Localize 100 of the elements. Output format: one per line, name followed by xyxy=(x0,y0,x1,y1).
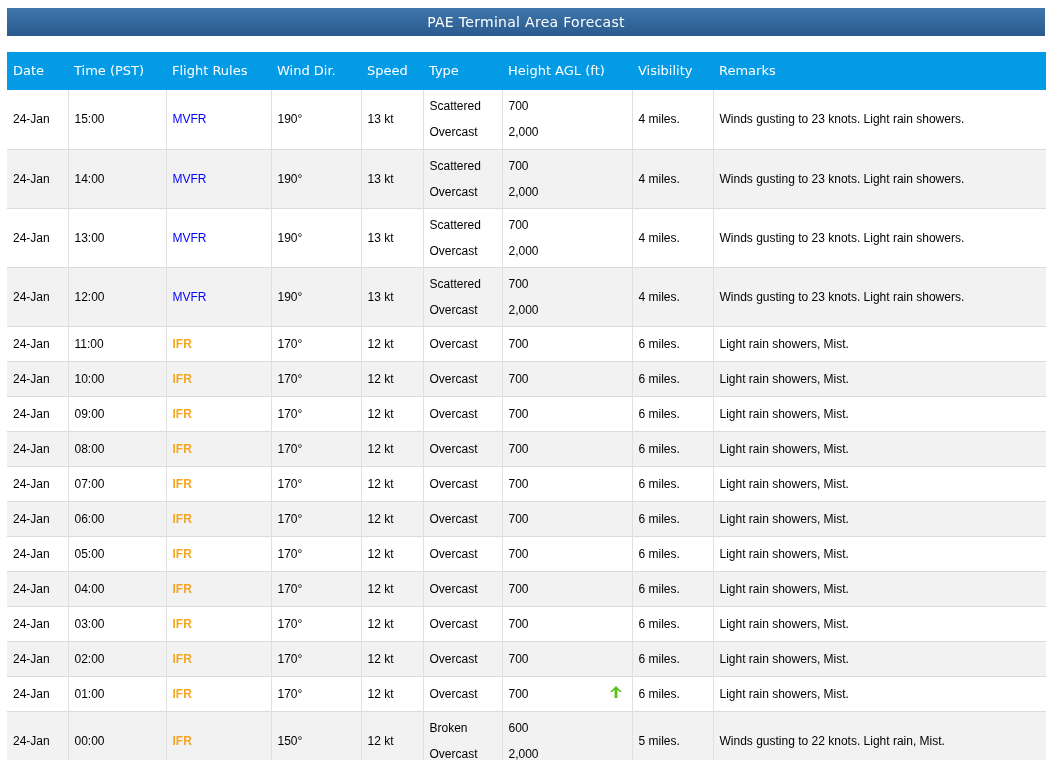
time-cell: 02:00 xyxy=(74,651,105,666)
remarks-cell: Winds gusting to 23 knots. Light rain showers. xyxy=(719,230,965,245)
cloud-type-cell-text: Overcast xyxy=(429,335,478,353)
visibility-cell: 4 miles. xyxy=(638,112,680,127)
speed-cell: 12 kt xyxy=(367,733,394,748)
remarks-cell: Light rain showers, Mist. xyxy=(719,511,849,526)
cloud-height-cell-text: 700 xyxy=(508,157,529,175)
remarks-cell: Light rain showers, Mist. xyxy=(719,336,849,351)
visibility-cell: 6 miles. xyxy=(638,686,680,701)
wind-direction-cell: 170° xyxy=(277,616,303,631)
cloud-height-cell-text: 700 xyxy=(508,510,529,528)
wind-direction-cell: 190° xyxy=(277,112,303,127)
speed-cell: 12 kt xyxy=(367,371,394,386)
cloud-height-cell-text: 2,000 xyxy=(508,301,539,319)
wind-direction-cell: 170° xyxy=(277,476,303,491)
cloud-type-cell-text: Overcast xyxy=(429,242,478,260)
remarks-cell: Winds gusting to 22 knots. Light rain, Mist. xyxy=(719,733,945,748)
cloud-type-cell-text: Overcast xyxy=(429,440,478,458)
flight-rules-cell: MVFR xyxy=(172,112,207,127)
date-cell: 24-Jan xyxy=(13,336,50,351)
time-cell: 10:00 xyxy=(74,371,105,386)
wind-direction-cell: 170° xyxy=(277,371,303,386)
column-header: Time (PST) xyxy=(74,63,145,79)
column-header: Date xyxy=(13,63,45,79)
time-cell: 09:00 xyxy=(74,406,105,421)
cloud-type-cell-text: Overcast xyxy=(429,580,478,598)
visibility-cell: 6 miles. xyxy=(638,441,680,456)
wind-direction-cell: 190° xyxy=(277,171,303,186)
cloud-type-cell-text: Overcast xyxy=(429,545,478,563)
wind-direction-cell: 190° xyxy=(277,230,303,245)
speed-cell: 13 kt xyxy=(367,171,394,186)
cloud-height-cell-text: 700 xyxy=(508,650,529,668)
time-cell: 00:00 xyxy=(74,733,105,748)
cloud-height-cell-text: 700 xyxy=(508,685,529,703)
date-cell: 24-Jan xyxy=(13,581,50,596)
visibility-cell: 6 miles. xyxy=(638,476,680,491)
wind-direction-cell: 170° xyxy=(277,406,303,421)
flight-rules-cell: IFR xyxy=(172,733,192,748)
wind-direction-cell: 170° xyxy=(277,511,303,526)
flight-rules-cell: MVFR xyxy=(172,171,207,186)
time-cell: 15:00 xyxy=(74,112,105,127)
remarks-cell: Light rain showers, Mist. xyxy=(719,616,849,631)
speed-cell: 12 kt xyxy=(367,616,394,631)
remarks-cell: Light rain showers, Mist. xyxy=(719,371,849,386)
column-header: Speed xyxy=(367,63,408,79)
cloud-height-cell-text: 700 xyxy=(508,440,529,458)
visibility-cell: 6 miles. xyxy=(638,371,680,386)
cloud-type-cell-text: Overcast xyxy=(429,510,478,528)
cloud-height-cell-text: 2,000 xyxy=(508,745,539,760)
cloud-type-cell-text: Overcast xyxy=(429,124,478,142)
wind-direction-cell: 170° xyxy=(277,581,303,596)
cloud-height-cell-text: 700 xyxy=(508,370,529,388)
wind-direction-cell: 170° xyxy=(277,651,303,666)
speed-cell: 13 kt xyxy=(367,112,394,127)
remarks-cell: Winds gusting to 23 knots. Light rain showers. xyxy=(719,171,965,186)
time-cell: 03:00 xyxy=(74,616,105,631)
date-cell: 24-Jan xyxy=(13,371,50,386)
visibility-cell: 6 miles. xyxy=(638,581,680,596)
remarks-cell: Light rain showers, Mist. xyxy=(719,546,849,561)
cloud-type-cell-text: Overcast xyxy=(429,745,478,760)
cloud-height-cell-text: 700 xyxy=(508,275,529,293)
cloud-type-cell-text: Overcast xyxy=(429,370,478,388)
remarks-cell: Light rain showers, Mist. xyxy=(719,406,849,421)
wind-direction-cell: 150° xyxy=(277,733,303,748)
visibility-cell: 6 miles. xyxy=(638,651,680,666)
time-cell: 13:00 xyxy=(74,230,105,245)
cloud-height-cell-text: 700 xyxy=(508,335,529,353)
speed-cell: 12 kt xyxy=(367,441,394,456)
speed-cell: 12 kt xyxy=(367,406,394,421)
visibility-cell: 6 miles. xyxy=(638,511,680,526)
visibility-cell: 6 miles. xyxy=(638,336,680,351)
speed-cell: 13 kt xyxy=(367,230,394,245)
visibility-cell: 5 miles. xyxy=(638,733,680,748)
remarks-cell: Light rain showers, Mist. xyxy=(719,581,849,596)
time-cell: 06:00 xyxy=(74,511,105,526)
remarks-cell: Light rain showers, Mist. xyxy=(719,476,849,491)
page-title: PAE Terminal Area Forecast xyxy=(427,12,625,32)
flight-rules-cell: IFR xyxy=(172,546,192,561)
date-cell: 24-Jan xyxy=(13,476,50,491)
time-cell: 04:00 xyxy=(74,581,105,596)
cloud-type-cell-text: Overcast xyxy=(429,301,478,319)
cloud-height-cell-text: 700 xyxy=(508,580,529,598)
flight-rules-cell: MVFR xyxy=(172,230,207,245)
wind-direction-cell: 190° xyxy=(277,289,303,304)
column-header: Type xyxy=(429,63,459,79)
cloud-height-cell-text: 600 xyxy=(508,719,529,737)
cloud-type-cell-text: Overcast xyxy=(429,615,478,633)
speed-cell: 12 kt xyxy=(367,546,394,561)
column-header: Flight Rules xyxy=(172,63,248,79)
visibility-cell: 4 miles. xyxy=(638,230,680,245)
date-cell: 24-Jan xyxy=(13,112,50,127)
flight-rules-cell: IFR xyxy=(172,651,192,666)
cloud-height-cell-text: 700 xyxy=(508,545,529,563)
cloud-height-cell-text: 700 xyxy=(508,405,529,423)
date-cell: 24-Jan xyxy=(13,406,50,421)
wind-direction-cell: 170° xyxy=(277,686,303,701)
wind-direction-cell: 170° xyxy=(277,546,303,561)
visibility-cell: 4 miles. xyxy=(638,171,680,186)
cloud-type-cell-text: Overcast xyxy=(429,650,478,668)
speed-cell: 12 kt xyxy=(367,581,394,596)
